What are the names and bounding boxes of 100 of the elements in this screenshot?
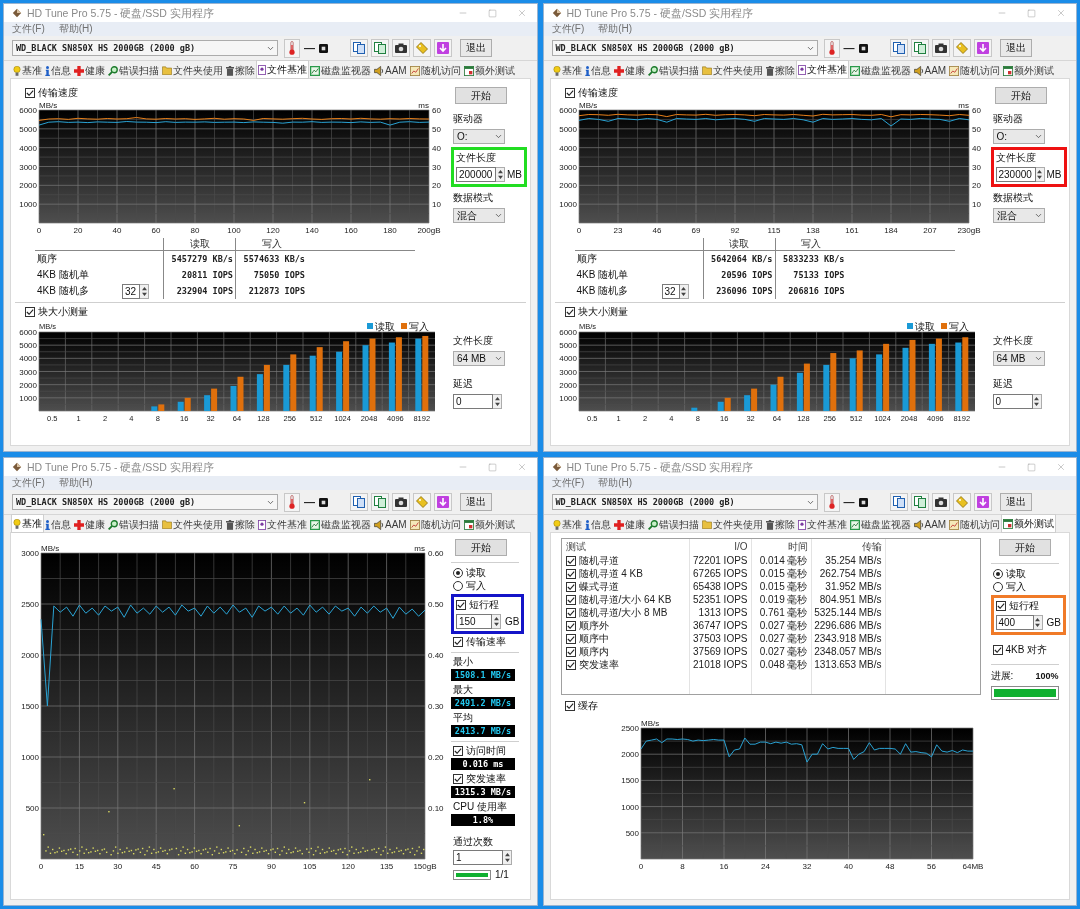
checkbox[interactable] [565, 594, 576, 605]
tab[interactable]: 文件基准 [796, 517, 848, 532]
copy-button[interactable] [889, 39, 908, 57]
menu-item[interactable]: 文件(F) [551, 23, 585, 35]
menu-item[interactable]: 帮助(H) [598, 477, 633, 489]
tab[interactable]: 文件基准 [796, 61, 848, 78]
spin-buttons[interactable] [140, 283, 149, 299]
exit-button[interactable]: 退出 [460, 39, 492, 57]
tab[interactable]: 信息 [44, 63, 72, 78]
tab[interactable]: 擦除 [764, 517, 796, 532]
short-stroke-field[interactable]: 150 [456, 614, 492, 629]
tab[interactable]: 擦除 [225, 517, 256, 532]
spin-buttons[interactable] [493, 394, 502, 409]
tab[interactable]: 健康 [612, 517, 646, 532]
menu-item[interactable]: 文件(F) [12, 477, 45, 489]
tab[interactable]: 额外测试 [462, 63, 516, 78]
tab[interactable]: 文件基准 [257, 61, 308, 78]
spin-buttons[interactable] [503, 850, 512, 865]
copy-button[interactable] [350, 493, 368, 511]
menu-item[interactable]: 帮助(H) [58, 477, 93, 489]
download-button[interactable] [973, 493, 992, 511]
exit-button[interactable]: 退出 [999, 39, 1032, 57]
checkbox[interactable] [453, 746, 463, 756]
checkbox[interactable] [565, 607, 576, 618]
temperature-button[interactable] [284, 38, 300, 58]
download-button[interactable] [973, 39, 992, 57]
delay-field[interactable]: 0 [992, 394, 1033, 409]
drive-select[interactable]: WD_BLACK SN850X HS 2000GB (2000 gB) [551, 494, 818, 510]
camera-button[interactable] [931, 39, 950, 57]
camera-button[interactable] [392, 493, 410, 511]
data-mode-select[interactable]: 混合 [992, 208, 1045, 223]
tab[interactable]: 磁盘监视器 [848, 517, 912, 532]
tab[interactable]: 随机访问 [948, 63, 1002, 78]
checkbox[interactable] [565, 581, 576, 592]
camera-button[interactable] [392, 39, 410, 57]
spin-buttons[interactable] [1032, 394, 1042, 409]
tab[interactable]: 文件夹使用 [161, 517, 224, 532]
spin-buttons[interactable] [496, 167, 505, 182]
radio-button[interactable] [992, 569, 1003, 579]
checkbox[interactable] [564, 307, 575, 317]
copy-button[interactable] [371, 39, 389, 57]
copy-button[interactable] [371, 493, 389, 511]
file-length-field[interactable]: 200000 [456, 167, 496, 182]
tab[interactable]: 基准 [12, 515, 43, 532]
start-button[interactable]: 开始 [998, 539, 1051, 556]
checkbox[interactable] [992, 645, 1003, 655]
copy-button[interactable] [910, 39, 929, 57]
tab[interactable]: 额外测试 [462, 517, 516, 532]
data-mode-select[interactable]: 混合 [453, 208, 505, 223]
checkbox[interactable] [25, 307, 35, 317]
tab[interactable]: 文件夹使用 [161, 63, 224, 78]
spin-buttons[interactable] [492, 614, 501, 629]
copy-button[interactable] [350, 39, 368, 57]
tab[interactable]: 错误扫描 [107, 63, 160, 78]
tab[interactable]: 文件基准 [257, 517, 308, 532]
delay-field[interactable]: 0 [453, 394, 493, 409]
exit-button[interactable]: 退出 [460, 493, 492, 511]
checkbox[interactable] [565, 646, 576, 657]
drive-letter-select[interactable]: O: [992, 129, 1045, 144]
menu-item[interactable]: 帮助(H) [598, 23, 633, 35]
start-button[interactable]: 开始 [455, 539, 507, 556]
tab[interactable]: 健康 [73, 517, 106, 532]
checkbox[interactable] [453, 637, 463, 647]
download-button[interactable] [434, 39, 452, 57]
tab[interactable]: 基准 [551, 517, 583, 532]
radio-button[interactable] [453, 568, 463, 578]
tab[interactable]: 随机访问 [408, 63, 462, 78]
tab[interactable]: 随机访问 [948, 517, 1002, 532]
tab[interactable]: 文件夹使用 [700, 63, 764, 78]
tab[interactable]: 擦除 [764, 63, 796, 78]
drive-select[interactable]: WD_BLACK SN850X HS 2000GB (2000 gB) [551, 40, 818, 56]
short-stroke-field[interactable]: 400 [995, 615, 1034, 630]
copy-button[interactable] [889, 493, 908, 511]
spin-buttons[interactable] [679, 283, 689, 299]
spin-buttons[interactable] [1033, 615, 1043, 630]
drive-letter-select[interactable]: O: [453, 129, 505, 144]
tab[interactable]: 信息 [583, 63, 612, 78]
tab[interactable]: 随机访问 [408, 517, 462, 532]
tab[interactable]: 信息 [583, 517, 612, 532]
tab[interactable]: 错误扫描 [646, 63, 700, 78]
file-length-field[interactable]: 230000 [995, 167, 1036, 182]
checkbox[interactable] [565, 633, 576, 644]
checkbox[interactable] [565, 659, 576, 670]
tab[interactable]: 健康 [73, 63, 106, 78]
tab[interactable]: 错误扫描 [107, 517, 160, 532]
start-button[interactable]: 开始 [994, 87, 1047, 104]
menu-item[interactable]: 文件(F) [12, 23, 45, 35]
tab[interactable]: AAM [912, 517, 948, 532]
drive-select[interactable]: WD_BLACK SN850X HS 2000GB (2000 gB) [12, 40, 278, 56]
tab[interactable]: 基准 [551, 63, 583, 78]
temperature-button[interactable] [823, 492, 840, 512]
radio-button[interactable] [453, 581, 463, 591]
tab[interactable]: 基准 [12, 63, 43, 78]
camera-button[interactable] [931, 493, 950, 511]
tab[interactable]: AAM [373, 63, 408, 78]
checkbox[interactable] [565, 555, 576, 566]
checkbox[interactable] [564, 701, 575, 711]
menu-item[interactable]: 文件(F) [551, 477, 585, 489]
tab[interactable]: 额外测试 [1002, 515, 1056, 532]
tab[interactable]: 磁盘监视器 [309, 517, 372, 532]
